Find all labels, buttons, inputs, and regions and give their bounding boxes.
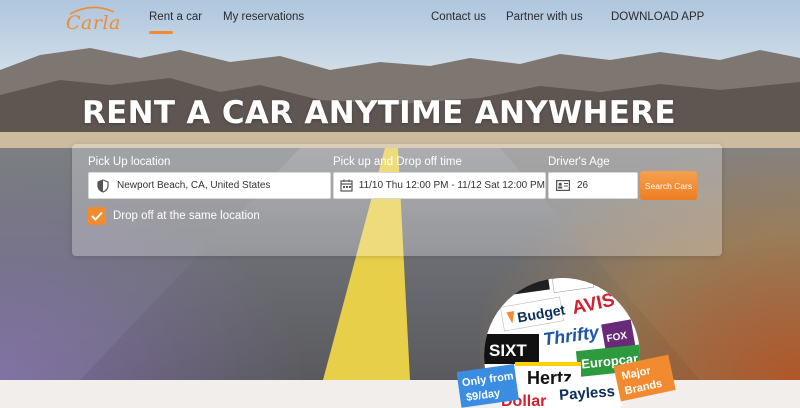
same-location-label: Drop off at the same location (113, 210, 260, 222)
location-shield-icon (89, 178, 117, 193)
id-card-icon (549, 180, 577, 191)
top-navigation: Carla Rent a car My reservations Contact… (0, 0, 800, 38)
nav-download-app[interactable]: DOWNLOAD APP (611, 11, 704, 23)
pickup-location-input[interactable]: Newport Beach, CA, United States (88, 172, 331, 199)
nav-contact-us[interactable]: Contact us (431, 11, 486, 23)
logo-text: Carla (66, 12, 121, 34)
bottom-section (0, 380, 800, 408)
search-cars-button[interactable]: Search Cars (640, 171, 697, 200)
hero-headline: RENT A CAR ANYTIME ANYWHERE (82, 95, 676, 131)
nav-partner-with-us[interactable]: Partner with us (506, 11, 583, 23)
same-location-checkbox[interactable] (88, 207, 106, 225)
drivers-age-value: 26 (577, 180, 589, 191)
pickup-dropoff-time-label: Pick up and Drop off time (333, 156, 462, 168)
pickup-location-value: Newport Beach, CA, United States (117, 180, 271, 191)
active-nav-indicator (149, 31, 173, 34)
pickup-dropoff-time-input[interactable]: 11/10 Thu 12:00 PM - 11/12 Sat 12:00 PM (333, 172, 546, 199)
nav-my-reservations[interactable]: My reservations (223, 11, 304, 23)
drivers-age-input[interactable]: 26 (548, 172, 638, 199)
drivers-age-label: Driver's Age (548, 156, 610, 168)
nav-rent-a-car[interactable]: Rent a car (149, 11, 202, 23)
checkmark-icon (91, 211, 103, 221)
sixt-logo: SIXT (484, 334, 539, 364)
carla-logo[interactable]: Carla (64, 4, 121, 34)
pickup-location-label: Pick Up location (88, 156, 171, 168)
payless-logo: Payless (554, 377, 620, 407)
pickup-dropoff-time-value: 11/10 Thu 12:00 PM - 11/12 Sat 12:00 PM (358, 180, 545, 191)
rental-brands-badge[interactable]: Budget AVIS Thrifty FOX SIXT Europcar He… (457, 270, 677, 408)
calendar-icon (334, 179, 359, 192)
sixt-text: SIXT (489, 341, 527, 360)
